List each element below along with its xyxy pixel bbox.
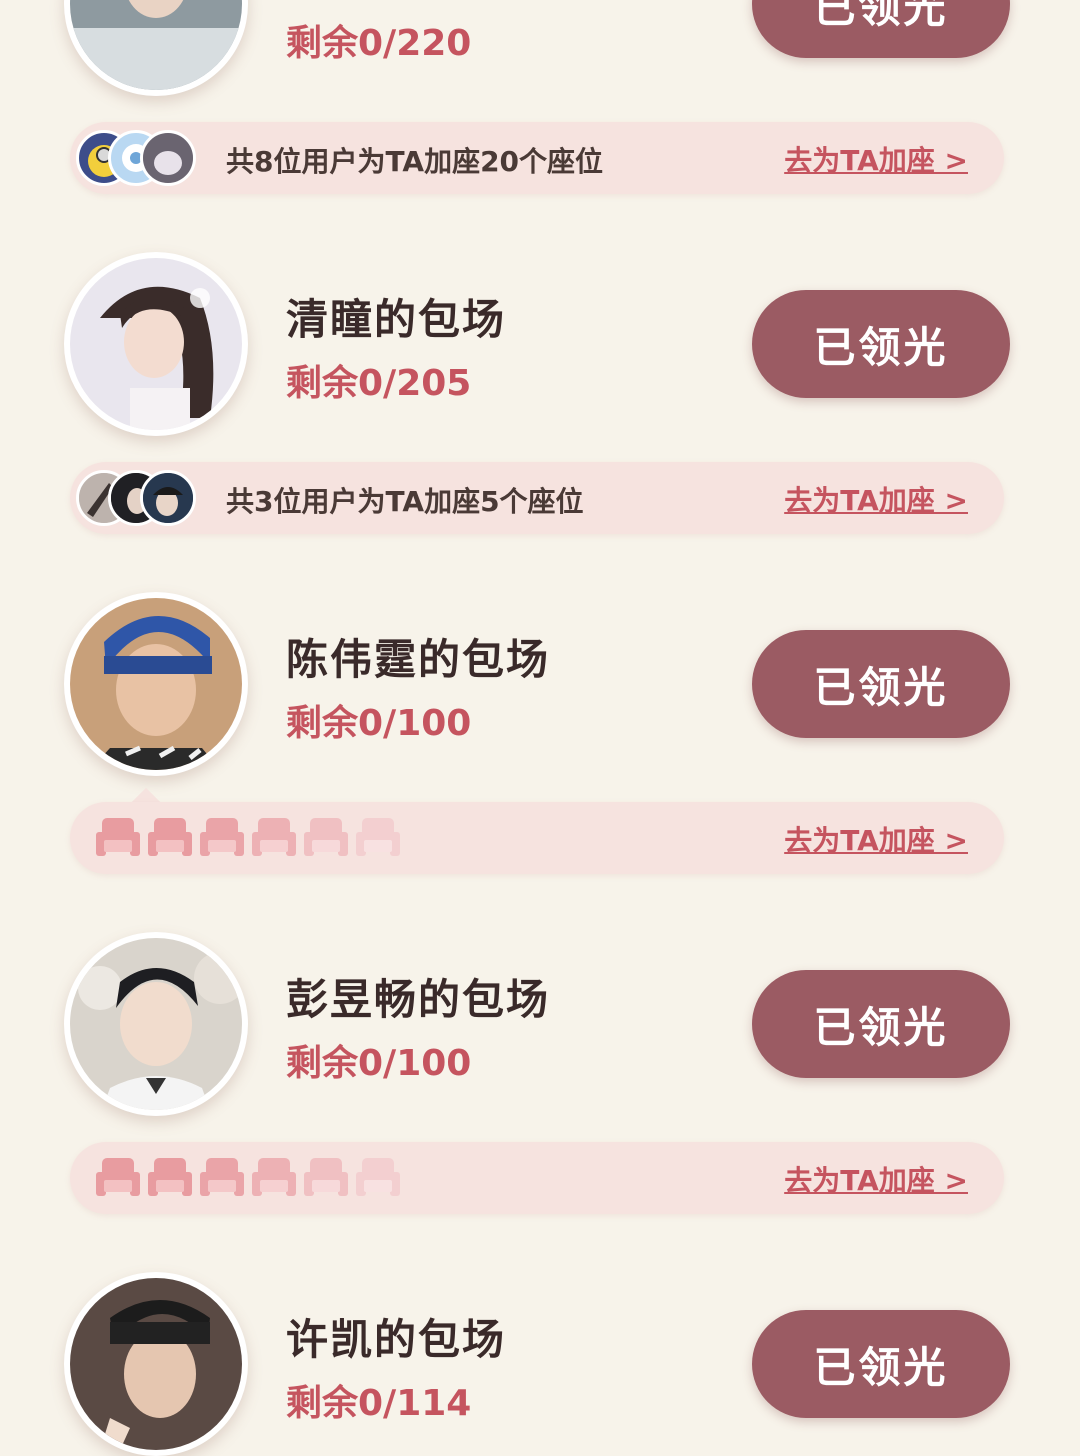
screening-entry: 彭昱畅的包场 剩余0/100 已领光 去为TA加座 > — [0, 766, 1080, 1214]
screening-title: 许凯的包场 — [286, 1315, 507, 1364]
claim-button[interactable]: 已领光 — [752, 970, 1010, 1078]
claim-button[interactable]: 已领光 — [752, 290, 1010, 398]
avatar-photo — [70, 938, 242, 1110]
avatar-photo — [70, 0, 242, 90]
screening-entry: 陈伟霆的包场 剩余0/100 已领光 去为TA加座 > — [0, 426, 1080, 874]
screening-title: 清瞳的包场 — [286, 295, 507, 344]
claim-button[interactable]: 已领光 — [752, 1310, 1010, 1418]
avatar[interactable] — [64, 1272, 248, 1456]
avatar[interactable] — [64, 252, 248, 436]
avatar[interactable] — [64, 592, 248, 776]
claim-button[interactable]: 已领光 — [752, 0, 1010, 58]
screening-entry: 剩余0/220 已领光 共8位用户为TA加座20个座位 去为TA加座 > — [0, 0, 1080, 194]
screening-title: 彭昱畅的包场 — [286, 975, 551, 1024]
screening-entry: 清瞳的包场 剩余0/205 已领光 共3位用户为TA加座5个座位 去为TA加座 … — [0, 86, 1080, 534]
avatar[interactable] — [64, 932, 248, 1116]
remaining-seats: 剩余0/114 — [286, 1383, 472, 1424]
screening-title: 陈伟霆的包场 — [286, 635, 551, 684]
avatar-photo — [70, 258, 242, 430]
remaining-seats: 剩余0/205 — [286, 363, 472, 404]
remaining-seats: 剩余0/220 — [286, 23, 472, 64]
screening-entry: 许凯的包场 剩余0/114 已领光 — [0, 1106, 1080, 1456]
remaining-seats: 剩余0/100 — [286, 1043, 472, 1084]
avatar-photo — [70, 1278, 242, 1450]
reserved-screenings-list: 剩余0/220 已领光 共8位用户为TA加座20个座位 去为TA加座 > 清瞳的… — [0, 0, 1080, 1456]
avatar-photo — [70, 598, 242, 770]
avatar[interactable] — [64, 0, 248, 96]
claim-button[interactable]: 已领光 — [752, 630, 1010, 738]
remaining-seats: 剩余0/100 — [286, 703, 472, 744]
